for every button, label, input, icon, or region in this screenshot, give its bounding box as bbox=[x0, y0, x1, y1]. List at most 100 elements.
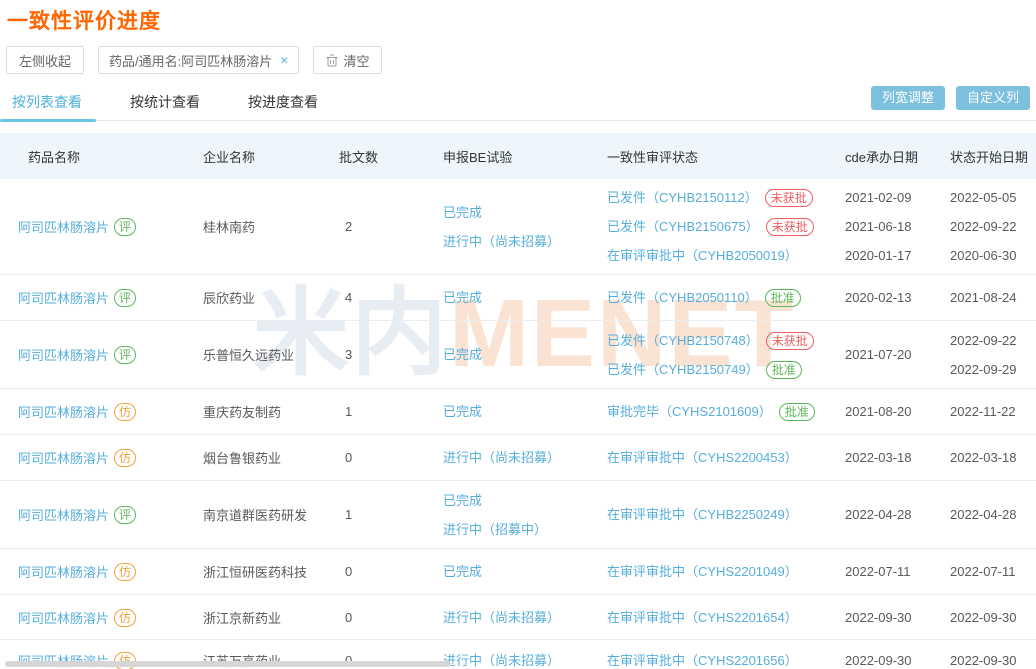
cde-date-cell: 2022-09-30 bbox=[830, 603, 940, 632]
custom-columns-button[interactable]: 自定义列 bbox=[956, 86, 1030, 110]
start-date-cell: 2022-09-30 bbox=[940, 646, 1036, 669]
table-body: 阿司匹林肠溶片评 桂林南药 2 已完成进行中（尚未招募） 已发件（CYHB215… bbox=[0, 179, 1036, 669]
drug-name-link[interactable]: 阿司匹林肠溶片 bbox=[18, 348, 109, 363]
drug-type-badge: 评 bbox=[114, 506, 136, 524]
table-header-row: 药品名称 企业名称 批文数 申报BE试验 一致性审评状态 cde承办日期 状态开… bbox=[0, 133, 1036, 179]
start-date-cell: 2022-09-222022-09-29 bbox=[940, 326, 1036, 384]
table-row: 阿司匹林肠溶片仿 烟台鲁银药业 0 进行中（尚未招募） 在审评审批中（CYHS2… bbox=[0, 435, 1036, 481]
approval-count: 1 bbox=[330, 404, 425, 419]
table-row: 阿司匹林肠溶片评 乐普恒久远药业 3 已完成 已发件（CYHB2150748）未… bbox=[0, 321, 1036, 389]
company-name: 烟台鲁银药业 bbox=[185, 448, 330, 467]
start-date-cell: 2022-04-28 bbox=[940, 500, 1036, 529]
approval-result-tag: 未获批 bbox=[766, 332, 814, 350]
start-date: 2022-11-22 bbox=[950, 397, 1036, 426]
drug-name-link[interactable]: 阿司匹林肠溶片 bbox=[18, 611, 109, 626]
close-icon[interactable]: × bbox=[280, 52, 288, 68]
horizontal-scrollbar[interactable] bbox=[5, 661, 451, 667]
be-trial-status: 进行中（尚未招募） bbox=[443, 227, 590, 256]
drug-name-link[interactable]: 阿司匹林肠溶片 bbox=[18, 565, 109, 580]
start-date-cell: 2022-09-30 bbox=[940, 603, 1036, 632]
page-title: 一致性评价进度 bbox=[0, 0, 1036, 35]
drug-cell: 阿司匹林肠溶片仿 bbox=[0, 562, 185, 581]
tab-statistics-view[interactable]: 按统计查看 bbox=[124, 90, 206, 122]
review-status-link[interactable]: 在审评审批中（CYHS2201654） bbox=[607, 610, 798, 625]
review-status-link[interactable]: 在审评审批中（CYHS2201049） bbox=[607, 564, 798, 579]
review-status-link[interactable]: 已发件（CYHB2150675） bbox=[607, 219, 759, 234]
approval-result-tag: 未获批 bbox=[765, 189, 813, 207]
cde-date-cell: 2021-07-20 bbox=[830, 340, 940, 369]
be-trial-status: 进行中（尚未招募） bbox=[443, 443, 590, 472]
drug-name-link[interactable]: 阿司匹林肠溶片 bbox=[18, 405, 109, 420]
header-cde-date: cde承办日期 bbox=[830, 147, 940, 166]
review-status-link[interactable]: 在审评审批中（CYHS2200453） bbox=[607, 450, 798, 465]
drug-type-badge: 仿 bbox=[114, 563, 136, 581]
company-name: 乐普恒久远药业 bbox=[185, 345, 330, 364]
cde-date: 2022-09-30 bbox=[845, 603, 940, 632]
cde-date: 2022-03-18 bbox=[845, 443, 940, 472]
review-status-link[interactable]: 已发件（CYHB2150748） bbox=[607, 333, 759, 348]
column-width-button[interactable]: 列宽调整 bbox=[871, 86, 945, 110]
be-trial-status: 进行中（尚未招募） bbox=[443, 646, 590, 669]
approval-count: 3 bbox=[330, 347, 425, 362]
table-row: 阿司匹林肠溶片仿 浙江京新药业 0 进行中（尚未招募） 在审评审批中（CYHS2… bbox=[0, 595, 1036, 640]
review-status-link[interactable]: 已发件（CYHB2150749） bbox=[607, 362, 759, 377]
be-trial-cell: 已完成 bbox=[425, 557, 590, 586]
review-status-link[interactable]: 审批完毕（CYHS2101609） bbox=[607, 404, 772, 419]
drug-name-link[interactable]: 阿司匹林肠溶片 bbox=[18, 291, 109, 306]
drug-name-link[interactable]: 阿司匹林肠溶片 bbox=[18, 220, 109, 235]
be-trial-status: 已完成 bbox=[443, 486, 590, 515]
drug-name-link[interactable]: 阿司匹林肠溶片 bbox=[18, 451, 109, 466]
be-trial-status: 已完成 bbox=[443, 283, 590, 312]
cde-date: 2021-02-09 bbox=[845, 183, 940, 212]
be-trial-cell: 进行中（尚未招募） bbox=[425, 603, 590, 632]
drug-cell: 阿司匹林肠溶片仿 bbox=[0, 402, 185, 421]
approval-count: 0 bbox=[330, 564, 425, 579]
table-row: 阿司匹林肠溶片评 辰欣药业 4 已完成 已发件（CYHB2050110）批准 2… bbox=[0, 275, 1036, 321]
cde-date-cell: 2020-02-13 bbox=[830, 283, 940, 312]
review-status-link[interactable]: 已发件（CYHB2150112） bbox=[607, 190, 758, 205]
start-date: 2022-09-30 bbox=[950, 646, 1036, 669]
start-date: 2022-09-22 bbox=[950, 212, 1036, 241]
table-row: 阿司匹林肠溶片仿 浙江恒研医药科技 0 已完成 在审评审批中（CYHS22010… bbox=[0, 549, 1036, 595]
drug-name-link[interactable]: 阿司匹林肠溶片 bbox=[18, 508, 109, 523]
drug-cell: 阿司匹林肠溶片仿 bbox=[0, 608, 185, 627]
evaluation-table: 药品名称 企业名称 批文数 申报BE试验 一致性审评状态 cde承办日期 状态开… bbox=[0, 133, 1036, 669]
tab-progress-view[interactable]: 按进度查看 bbox=[242, 90, 324, 122]
tab-list-view[interactable]: 按列表查看 bbox=[6, 90, 88, 122]
consistency-evaluation-page: 一致性评价进度 左侧收起 药品/通用名:阿司匹林肠溶片 × 清空 按列表查看 按… bbox=[0, 0, 1036, 669]
cde-date-cell: 2021-02-092021-06-182020-01-17 bbox=[830, 183, 940, 270]
status-cell: 在审评审批中（CYHS2200453） bbox=[590, 443, 830, 472]
approval-count: 4 bbox=[330, 290, 425, 305]
be-trial-status: 进行中（尚未招募） bbox=[443, 603, 590, 632]
be-trial-status: 进行中（招募中） bbox=[443, 515, 590, 544]
drug-type-badge: 仿 bbox=[114, 449, 136, 467]
table-row: 阿司匹林肠溶片评 南京道群医药研发 1 已完成进行中（招募中） 在审评审批中（C… bbox=[0, 481, 1036, 549]
approval-result-tag: 批准 bbox=[779, 403, 815, 421]
cde-date: 2021-07-20 bbox=[845, 340, 940, 369]
approval-count: 0 bbox=[330, 450, 425, 465]
review-status-link[interactable]: 在审评审批中（CYHB2050019） bbox=[607, 248, 798, 263]
collapse-sidebar-button[interactable]: 左侧收起 bbox=[6, 46, 84, 74]
cde-date: 2022-07-11 bbox=[845, 557, 940, 586]
clear-filters-button[interactable]: 清空 bbox=[313, 46, 382, 74]
be-trial-cell: 已完成进行中（尚未招募） bbox=[425, 198, 590, 256]
start-date-cell: 2022-05-052022-09-222020-06-30 bbox=[940, 183, 1036, 270]
review-status-link[interactable]: 在审评审批中（CYHB2250249） bbox=[607, 507, 798, 522]
review-status-link[interactable]: 在审评审批中（CYHS2201656） bbox=[607, 653, 798, 668]
be-trial-cell: 已完成进行中（招募中） bbox=[425, 486, 590, 544]
status-cell: 已发件（CYHB2150748）未获批已发件（CYHB2150749）批准 bbox=[590, 326, 830, 384]
view-tabbar: 按列表查看 按统计查看 按进度查看 列宽调整 自定义列 bbox=[0, 90, 1036, 121]
trash-icon bbox=[326, 54, 338, 67]
review-status-link[interactable]: 已发件（CYHB2050110） bbox=[607, 290, 758, 305]
approval-result-tag: 批准 bbox=[765, 289, 801, 307]
status-cell: 在审评审批中（CYHS2201049） bbox=[590, 557, 830, 586]
start-date-cell: 2022-11-22 bbox=[940, 397, 1036, 426]
cde-date: 2022-09-30 bbox=[845, 646, 940, 669]
review-status-line: 审批完毕（CYHS2101609） 批准 bbox=[607, 397, 830, 426]
review-status-line: 在审评审批中（CYHS2201049） bbox=[607, 557, 830, 586]
status-cell: 在审评审批中（CYHS2201656） bbox=[590, 646, 830, 669]
be-trial-cell: 已完成 bbox=[425, 283, 590, 312]
review-status-line: 在审评审批中（CYHB2050019） bbox=[607, 241, 830, 270]
review-status-line: 在审评审批中（CYHS2201656） bbox=[607, 646, 830, 669]
start-date: 2020-06-30 bbox=[950, 241, 1036, 270]
